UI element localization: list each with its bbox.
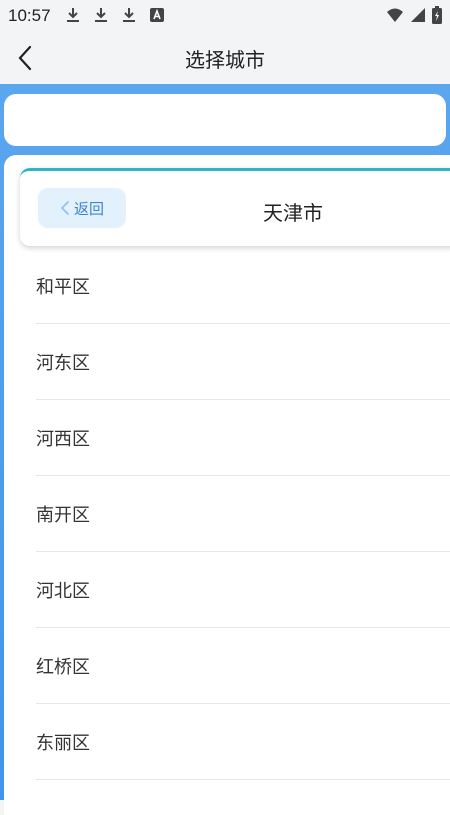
district-item[interactable]: 河西区	[36, 400, 450, 476]
chevron-left-icon	[60, 201, 69, 215]
download-icon	[123, 8, 135, 22]
district-label: 东丽区	[36, 732, 90, 754]
district-item[interactable]: 和平区	[36, 248, 450, 324]
status-icons	[386, 6, 442, 24]
download-icon	[95, 8, 107, 22]
page-title: 选择城市	[185, 48, 265, 72]
district-label: 河北区	[36, 580, 90, 602]
district-list: 和平区 河东区 河西区 南开区 河北区 红桥区 东丽区	[36, 248, 450, 780]
city-header-card: 返回 天津市	[20, 168, 450, 246]
download-icon	[67, 8, 79, 22]
back-button-label: 返回	[73, 199, 104, 218]
district-item[interactable]: 南开区	[36, 476, 450, 552]
wifi-icon	[387, 8, 403, 22]
status-bar: 10:57	[0, 0, 450, 32]
district-item[interactable]: 东丽区	[36, 704, 450, 780]
battery-icon	[432, 6, 442, 24]
app-header: 选择城市	[0, 32, 450, 84]
search-card[interactable]	[4, 94, 446, 146]
district-item[interactable]: 河北区	[36, 552, 450, 628]
district-label: 河西区	[36, 428, 90, 450]
signal-icon	[411, 8, 425, 22]
district-label: 河东区	[36, 352, 90, 374]
district-label: 和平区	[36, 276, 90, 298]
district-label: 红桥区	[36, 656, 90, 678]
status-time: 10:57	[8, 6, 51, 25]
a-badge-icon	[150, 8, 164, 22]
back-button[interactable]: 返回	[38, 188, 126, 228]
district-label: 南开区	[36, 504, 90, 526]
district-item[interactable]: 河东区	[36, 324, 450, 400]
city-name: 天津市	[263, 201, 323, 225]
district-item[interactable]: 红桥区	[36, 628, 450, 704]
